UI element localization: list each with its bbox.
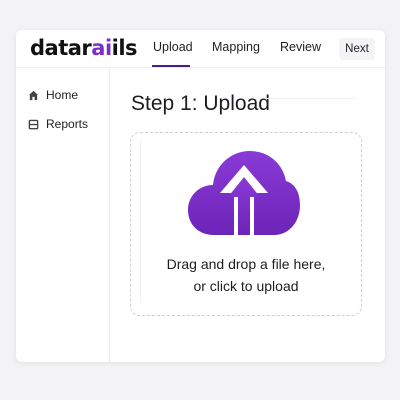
tab-review[interactable]: Review bbox=[280, 40, 321, 54]
sidebar-item-label: Home bbox=[46, 88, 79, 102]
sidebar-item-label: Reports bbox=[46, 117, 89, 131]
app-window: dataraiils Upload Mapping Review Next Ho… bbox=[16, 30, 385, 362]
top-navbar: dataraiils Upload Mapping Review Next bbox=[16, 30, 385, 68]
file-dropzone[interactable]: Drag and drop a file here, or click to u… bbox=[130, 132, 362, 316]
logo-text-end: ils bbox=[111, 36, 138, 60]
active-tab-indicator bbox=[152, 65, 190, 67]
sidebar: Home Reports bbox=[16, 68, 110, 362]
sidebar-item-reports[interactable]: Reports bbox=[28, 117, 88, 131]
tab-upload[interactable]: Upload bbox=[153, 40, 193, 54]
home-icon bbox=[28, 90, 39, 101]
title-divider bbox=[266, 98, 356, 99]
page-title: Step 1: Upload bbox=[131, 92, 270, 115]
dropzone-line-2: or click to upload bbox=[193, 278, 299, 294]
sidebar-item-home[interactable]: Home bbox=[28, 88, 78, 102]
logo-text-main: datar bbox=[30, 36, 92, 60]
logo-text-accent: ai bbox=[91, 36, 112, 60]
dropzone-line-1: Drag and drop a file here, bbox=[166, 256, 326, 272]
reports-icon bbox=[28, 119, 39, 130]
next-button[interactable]: Next bbox=[339, 38, 375, 60]
tab-mapping[interactable]: Mapping bbox=[212, 40, 260, 54]
dropzone-instructions: Drag and drop a file here, or click to u… bbox=[131, 253, 361, 297]
logo[interactable]: dataraiils bbox=[30, 36, 138, 60]
cloud-upload-icon bbox=[186, 147, 302, 242]
